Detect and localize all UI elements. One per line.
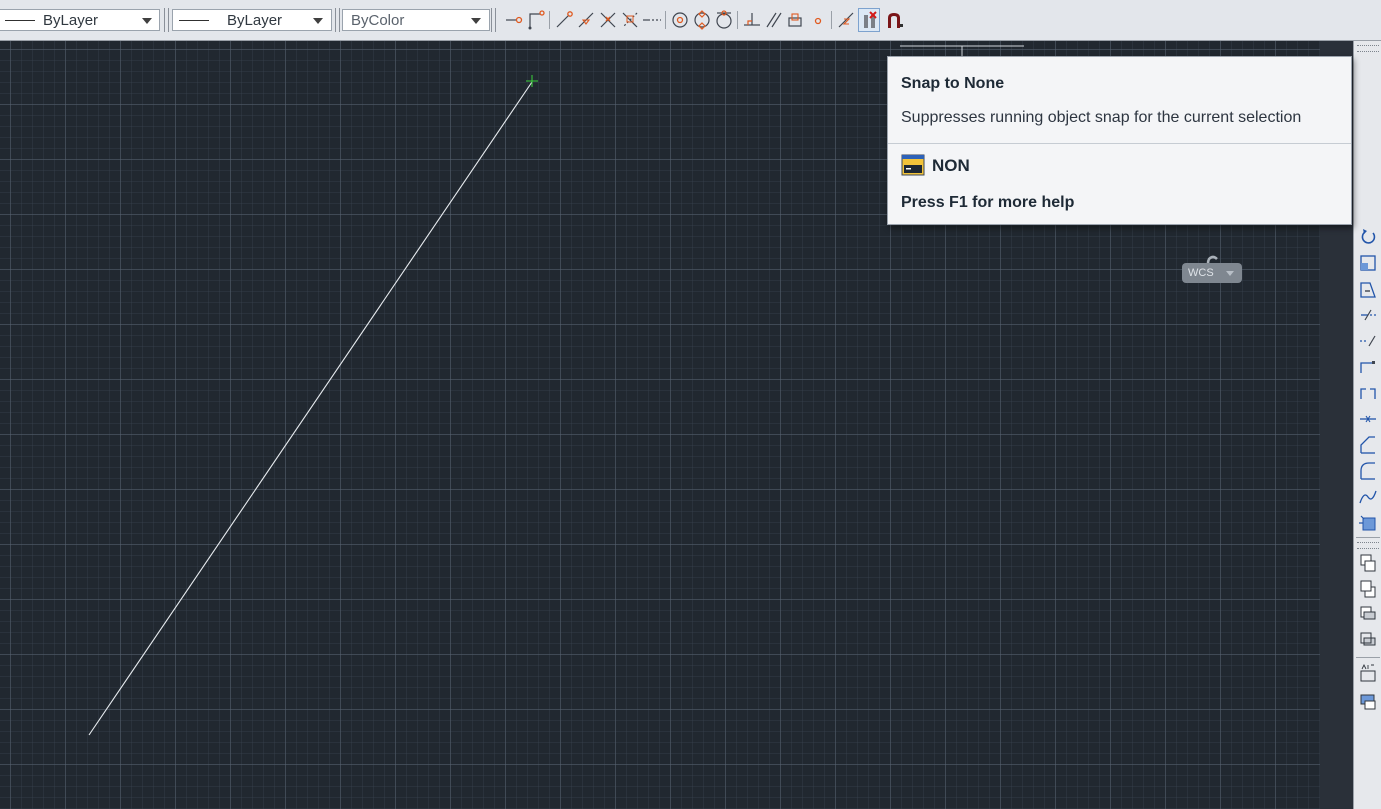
viewcube-edge — [900, 45, 1024, 56]
snap-to-midpoint-icon[interactable] — [575, 8, 597, 32]
extend-icon[interactable] — [1357, 329, 1379, 353]
command-line-icon — [901, 154, 925, 176]
snap-to-none-icon[interactable] — [858, 8, 880, 32]
send-to-back-icon[interactable] — [1357, 577, 1379, 601]
snap-to-none-tooltip: Snap to None Suppresses running object s… — [887, 56, 1352, 225]
fillet-icon[interactable] — [1357, 459, 1379, 483]
modify-toolbar — [1353, 41, 1381, 809]
chevron-down-icon — [1226, 271, 1234, 276]
rotate-icon[interactable] — [1357, 225, 1379, 249]
snap-to-insert-icon[interactable] — [785, 8, 807, 32]
tooltip-command-name: NON — [932, 156, 970, 175]
linetype-combo[interactable]: ByLayer — [0, 9, 160, 31]
properties-toolbar: ByLayer ByLayer ByColor — [0, 0, 1381, 41]
bring-above-objects-icon[interactable] — [1357, 603, 1379, 627]
blend-curves-icon[interactable] — [1357, 485, 1379, 509]
tooltip-description: Suppresses running object snap for the c… — [901, 109, 1302, 126]
crosshair-cursor — [526, 75, 538, 87]
trim-icon[interactable] — [1357, 303, 1379, 327]
chevron-down-icon — [142, 18, 152, 24]
linetype-sample — [5, 20, 35, 21]
send-under-objects-icon[interactable] — [1357, 629, 1379, 653]
temporary-tracking-point-icon[interactable] — [503, 8, 525, 32]
lineweight-sample — [179, 20, 209, 21]
tooltip-title: Snap to None — [901, 75, 1005, 92]
chevron-down-icon — [313, 18, 323, 24]
toolbar-grip[interactable] — [164, 8, 169, 32]
lineweight-value: ByLayer — [227, 12, 283, 29]
break-icon[interactable] — [1357, 381, 1379, 405]
bring-all-annotations-to-front-icon[interactable] — [1357, 689, 1379, 713]
plotstyle-combo[interactable]: ByColor — [342, 9, 490, 31]
linetype-value: ByLayer — [43, 12, 99, 29]
snap-to-nearest-icon[interactable] — [835, 8, 857, 32]
snap-to-quadrant-icon[interactable] — [691, 8, 713, 32]
explode-icon[interactable] — [1357, 511, 1379, 535]
break-at-point-icon[interactable] — [1357, 355, 1379, 379]
stretch-icon[interactable] — [1357, 277, 1379, 301]
toolbar-grip[interactable] — [335, 8, 340, 32]
scale-icon[interactable] — [1357, 251, 1379, 275]
drawn-line[interactable] — [88, 81, 533, 736]
snap-to-tangent-icon[interactable] — [713, 8, 735, 32]
snap-to-node-icon[interactable] — [807, 8, 829, 32]
snap-to-perpendicular-icon[interactable] — [741, 8, 763, 32]
bring-text-to-front-icon[interactable] — [1357, 663, 1379, 687]
chevron-down-icon — [471, 18, 481, 24]
toolbar-grip[interactable] — [491, 8, 496, 32]
toolbar-separator — [1356, 657, 1380, 658]
chamfer-icon[interactable] — [1357, 433, 1379, 457]
tooltip-divider — [888, 143, 1351, 144]
bring-to-front-icon[interactable] — [1357, 551, 1379, 575]
snap-to-endpoint-icon[interactable] — [553, 8, 575, 32]
toolbar-grip[interactable] — [1357, 45, 1379, 52]
ucs-label: WCS — [1188, 267, 1214, 279]
osnap-settings-icon[interactable] — [883, 8, 905, 32]
ucs-menu[interactable]: WCS — [1182, 263, 1242, 283]
snap-to-extension-icon[interactable] — [641, 8, 663, 32]
snap-from-icon[interactable] — [525, 8, 547, 32]
snap-to-parallel-icon[interactable] — [763, 8, 785, 32]
join-icon[interactable] — [1357, 407, 1379, 431]
toolbar-grip[interactable] — [1357, 542, 1379, 549]
toolbar-separator — [737, 11, 738, 29]
snap-to-intersection-icon[interactable] — [597, 8, 619, 32]
toolbar-separator — [665, 11, 666, 29]
snap-to-apparent-intersection-icon[interactable] — [619, 8, 641, 32]
toolbar-separator — [831, 11, 832, 29]
toolbar-separator — [1356, 537, 1380, 538]
lineweight-combo[interactable]: ByLayer — [172, 9, 332, 31]
tooltip-help-hint: Press F1 for more help — [901, 194, 1075, 211]
toolbar-separator — [549, 11, 550, 29]
snap-to-center-icon[interactable] — [669, 8, 691, 32]
plotstyle-value: ByColor — [351, 12, 405, 29]
